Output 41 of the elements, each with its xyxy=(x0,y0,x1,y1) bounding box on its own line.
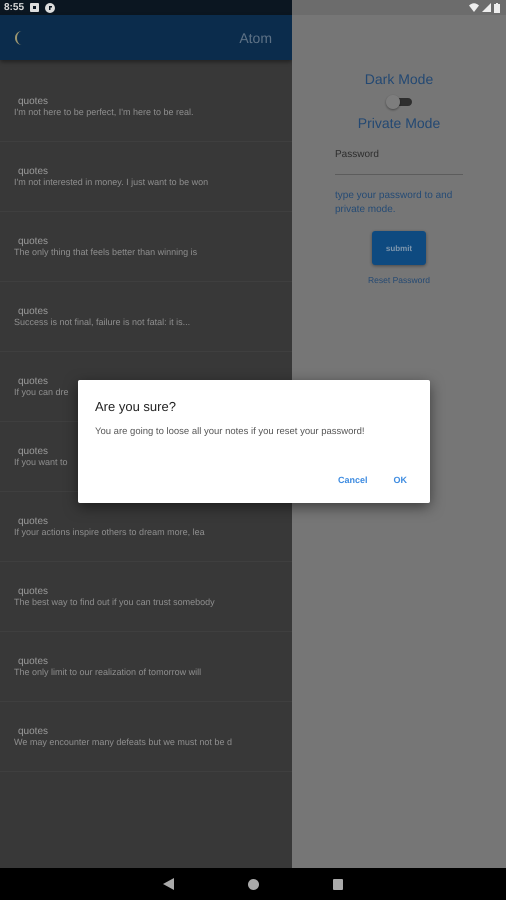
notification-icon xyxy=(30,3,40,12)
dark-mode-label: Dark Mode xyxy=(364,71,434,87)
note-title: quotes xyxy=(17,586,50,597)
note-title: quotes xyxy=(17,656,50,667)
note-title: quotes xyxy=(17,96,50,107)
note-title: quotes xyxy=(17,376,50,387)
note-text: We may encounter many defeats but we must not be d xyxy=(14,737,233,747)
dark-mode-switch[interactable] xyxy=(386,95,412,109)
private-mode-label: Private Mode xyxy=(358,115,440,131)
app-notification-icon xyxy=(45,2,56,12)
note-text: If your actions inspire others to dream more, lea xyxy=(14,527,206,537)
note-text: If you want to xyxy=(14,457,69,467)
note-text: I'm not interested in money. I just want to be won xyxy=(14,177,210,187)
dialog-button[interactable]: Cancel xyxy=(332,473,374,487)
note-text: If you can dre xyxy=(14,387,70,397)
note-title: quotes xyxy=(17,306,50,317)
password-field[interactable]: Password xyxy=(335,149,463,175)
note-text: The only limit to our realization of tomorrow will xyxy=(14,667,202,677)
note-title: quotes xyxy=(17,236,50,247)
recents-icon[interactable] xyxy=(333,878,343,890)
password-hint: type your password to and private mode. xyxy=(335,189,454,217)
app-title: Atom xyxy=(239,30,272,46)
note-title: quotes xyxy=(17,166,50,177)
signal-icon xyxy=(482,3,491,12)
note-title: quotes xyxy=(17,726,50,737)
home-icon[interactable] xyxy=(248,878,259,890)
wifi-icon xyxy=(469,3,479,12)
note-text: The best way to find out if you can trust somebody xyxy=(14,597,216,607)
note-text: I'm not here to be perfect, I'm here to be real. xyxy=(14,107,195,117)
dialog-title: Are you sure? xyxy=(95,399,177,414)
note-title: quotes xyxy=(17,446,50,457)
dialog-button[interactable]: OK xyxy=(388,473,413,487)
note-title: quotes xyxy=(17,516,50,527)
note-text: The only thing that feels better than winning is xyxy=(14,247,198,257)
submit-button[interactable]: submit xyxy=(372,231,426,265)
note-text: Success is not final, failure is not fatal: it is... xyxy=(14,317,192,327)
status-time: 8:55 xyxy=(4,2,24,13)
battery-icon xyxy=(494,2,500,12)
back-icon[interactable] xyxy=(163,878,174,890)
dialog-message: You are going to loose all your notes if you reset your password! xyxy=(95,426,366,437)
reset-password-link[interactable]: Reset Password xyxy=(368,275,430,285)
